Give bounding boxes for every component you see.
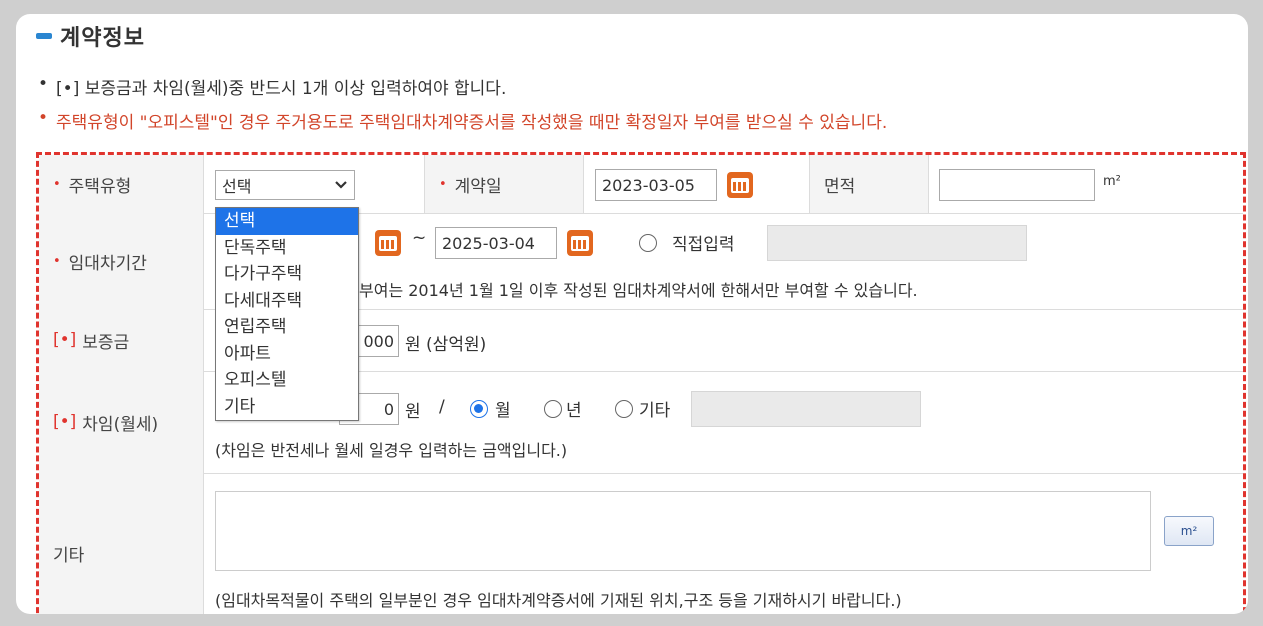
row-housing-type: • 주택유형 선택 • 계약일 2023-03-05 면적 m² <box>39 155 1243 214</box>
direct-input-field[interactable] <box>767 225 1027 261</box>
area-input[interactable] <box>939 169 1095 201</box>
area-label: 면적 <box>809 155 929 213</box>
other-textarea[interactable] <box>215 491 1151 571</box>
dropdown-option[interactable]: 기타 <box>216 394 358 421</box>
other-label: 기타 <box>39 473 204 614</box>
period-tilde: ~ <box>412 228 427 248</box>
contract-date-label: • 계약일 <box>424 155 584 213</box>
dropdown-option[interactable]: 오피스텔 <box>216 367 358 394</box>
rent-label: [•] 차임(월세) <box>39 371 204 473</box>
calendar-icon[interactable] <box>375 230 401 256</box>
dropdown-option[interactable]: 다가구주택 <box>216 261 358 288</box>
dropdown-option[interactable]: 선택 <box>216 208 358 235</box>
contract-date-input[interactable]: 2023-03-05 <box>595 169 717 201</box>
lease-period-note: 부여는 2014년 1월 1일 이후 작성된 임대차계약서에 한해서만 부여할 … <box>359 281 918 300</box>
rent-other-radio[interactable] <box>615 400 633 418</box>
rent-note: (차임은 반전세나 월세 일경우 입력하는 금액입니다.) <box>215 441 568 460</box>
row-other: 기타 m² (임대차목적물이 주택의 일부분인 경우 임대차계약증서에 기재된 … <box>39 473 1243 614</box>
calendar-icon[interactable] <box>727 172 753 198</box>
note-officetel: • 주택유형이 "오피스텔"인 경우 주거용도로 주택임대차계약증서를 작성했을… <box>38 108 888 133</box>
rent-monthly-label: 월 <box>495 401 511 421</box>
lease-end-date-input[interactable]: 2025-03-04 <box>435 227 557 259</box>
note-required-deposit: • [•] 보증금과 차임(월세)중 반드시 1개 이상 입력하여야 합니다. <box>38 74 507 99</box>
rent-unit: 원 <box>405 402 421 422</box>
other-note: (임대차목적물이 주택의 일부분인 경우 임대차계약증서에 기재된 위치,구조 … <box>215 591 902 610</box>
area-unit-button[interactable]: m² <box>1164 516 1214 546</box>
contract-info-card: 계약정보 • [•] 보증금과 차임(월세)중 반드시 1개 이상 입력하여야 … <box>16 14 1248 614</box>
dropdown-option[interactable]: 아파트 <box>216 341 358 368</box>
dropdown-option[interactable]: 다세대주택 <box>216 288 358 315</box>
dropdown-option[interactable]: 연립주택 <box>216 314 358 341</box>
deposit-label: [•] 보증금 <box>39 309 204 371</box>
rent-yearly-radio[interactable] <box>544 400 562 418</box>
rent-yearly-label: 년 <box>566 401 582 421</box>
direct-input-label: 직접입력 <box>672 235 735 255</box>
lease-period-label: • 임대차기간 <box>39 213 204 309</box>
housing-type-select[interactable]: 선택 <box>215 170 355 200</box>
rent-slash: / <box>439 397 445 417</box>
chevron-down-icon <box>335 181 347 189</box>
deposit-amount-text: 원 (삼억원) <box>405 335 487 355</box>
area-unit: m² <box>1103 174 1121 189</box>
housing-type-dropdown: 선택 단독주택 다가구주택 다세대주택 연립주택 아파트 오피스텔 기타 <box>215 207 359 421</box>
direct-input-radio[interactable] <box>639 234 657 252</box>
rent-other-input[interactable] <box>691 391 921 427</box>
calendar-icon[interactable] <box>567 230 593 256</box>
dropdown-option[interactable]: 단독주택 <box>216 235 358 262</box>
required-star-icon: • <box>53 176 61 192</box>
rent-other-label: 기타 <box>639 401 671 421</box>
rent-monthly-radio[interactable] <box>470 400 488 418</box>
section-title-text: 계약정보 <box>60 26 145 51</box>
title-bar-icon <box>36 33 52 39</box>
housing-type-label: • 주택유형 <box>39 155 204 213</box>
section-title: 계약정보 <box>36 20 145 52</box>
contract-form: • 주택유형 선택 • 계약일 2023-03-05 면적 m² • 임대차기간… <box>36 152 1246 614</box>
